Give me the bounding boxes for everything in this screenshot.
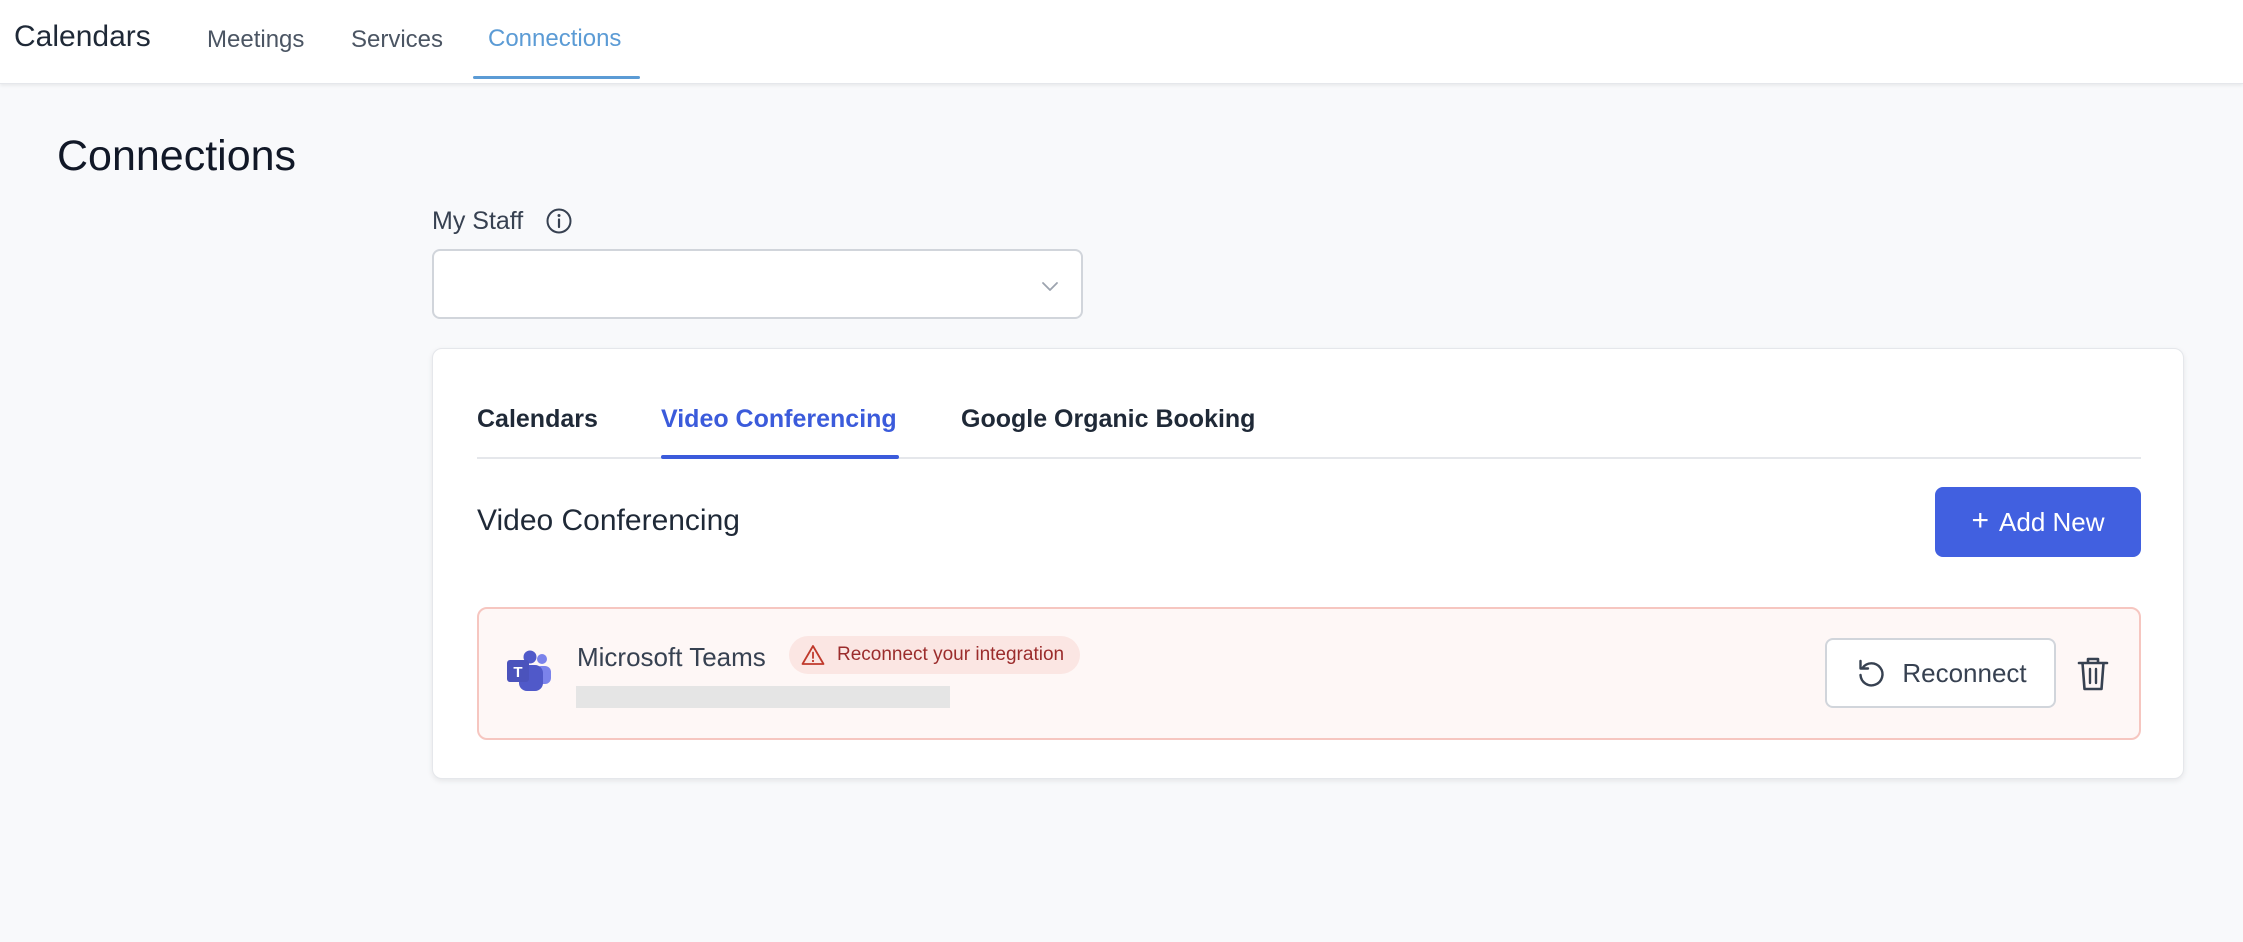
- warning-text: Reconnect your integration: [837, 644, 1065, 665]
- top-nav-bar: Calendars Meetings Services Connections: [0, 0, 2243, 84]
- chevron-down-icon: [1042, 282, 1058, 291]
- page-title: Connections: [57, 132, 297, 180]
- svg-text:T: T: [513, 664, 522, 681]
- redacted-account-info: [576, 686, 950, 708]
- microsoft-teams-icon: T: [507, 650, 551, 691]
- integration-name: Microsoft Teams: [577, 642, 766, 672]
- tab-calendars[interactable]: Calendars: [477, 405, 598, 434]
- add-new-button[interactable]: + Add New: [1935, 487, 2141, 557]
- app-title[interactable]: Calendars: [14, 20, 151, 54]
- info-icon[interactable]: [545, 207, 573, 235]
- plus-icon: +: [1971, 503, 1990, 537]
- warning-triangle-icon: [801, 645, 825, 665]
- staff-label: My Staff: [432, 207, 524, 235]
- staff-select[interactable]: [432, 249, 1083, 319]
- reconnect-label: Reconnect: [1902, 657, 2027, 688]
- tab-video-conferencing[interactable]: Video Conferencing: [661, 405, 897, 434]
- tab-google-organic-booking[interactable]: Google Organic Booking: [961, 405, 1255, 434]
- trash-icon[interactable]: [2075, 655, 2111, 693]
- integration-row: T Microsoft Teams Reconnect your integra…: [477, 607, 2141, 740]
- section-title: Video Conferencing: [477, 504, 740, 537]
- tab-active-indicator: [661, 455, 899, 459]
- connections-card: Calendars Video Conferencing Google Orga…: [432, 348, 2184, 779]
- add-new-label: Add New: [1999, 506, 2105, 537]
- reconnect-button[interactable]: Reconnect: [1825, 638, 2056, 708]
- nav-item-meetings[interactable]: Meetings: [207, 26, 304, 54]
- nav-item-services[interactable]: Services: [351, 26, 443, 54]
- nav-item-connections[interactable]: Connections: [488, 25, 621, 53]
- nav-active-indicator: [473, 76, 640, 79]
- refresh-icon: [1859, 659, 1884, 687]
- warning-badge: Reconnect your integration: [789, 636, 1081, 674]
